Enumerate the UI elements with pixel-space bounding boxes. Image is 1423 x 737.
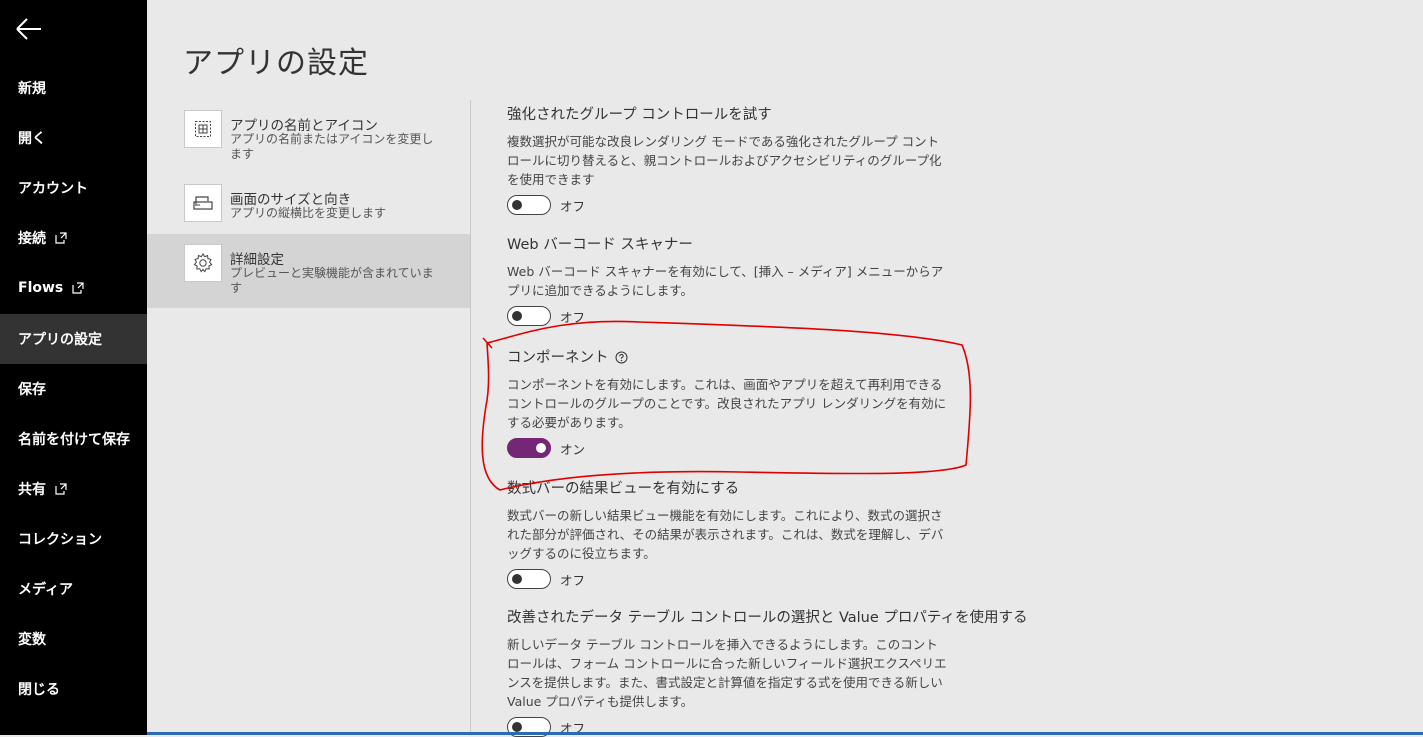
formula-bar-result-view-toggle[interactable] xyxy=(507,569,551,589)
nav-label: コレクション xyxy=(18,532,102,548)
category-desc: アプリの名前またはアイコンを変更します xyxy=(230,132,434,161)
category-title: アプリの名前とアイコン xyxy=(230,118,378,134)
enhanced-group-control-toggle[interactable] xyxy=(507,195,551,215)
nav-item-connections[interactable]: 接続 xyxy=(0,213,147,263)
nav-label: 閉じる xyxy=(18,682,60,698)
nav-label: 保存 xyxy=(18,382,46,398)
nav-label: 共有 xyxy=(18,482,46,498)
screen-size-icon xyxy=(184,184,222,222)
setting-desc: コンポーネントを有効にします。これは、画面やアプリを超えて再利用できるコントロー… xyxy=(507,377,947,430)
category-desc: アプリの縦横比を変更します xyxy=(230,206,387,220)
toggle-state-label: オフ xyxy=(560,198,586,214)
nav-label: アプリの設定 xyxy=(18,332,102,348)
nav-item-media[interactable]: メディア xyxy=(0,564,147,614)
nav-label: 変数 xyxy=(18,632,46,648)
setting-title: Web バーコード スキャナー xyxy=(507,237,693,253)
nav-label: アカウント xyxy=(18,181,88,197)
category-app-name-icon[interactable]: アプリの名前とアイコン アプリの名前またはアイコンを変更します xyxy=(147,100,470,174)
nav-item-new[interactable]: 新規 xyxy=(0,63,147,113)
setting-formula-bar-result-view: 数式バーの結果ビューを有効にする 数式バーの新しい結果ビュー機能を有効にします。… xyxy=(507,477,947,589)
nav-label: 新規 xyxy=(18,81,46,97)
category-title: 詳細設定 xyxy=(230,252,284,268)
nav-item-share[interactable]: 共有 xyxy=(0,464,147,514)
setting-desc: 数式バーの新しい結果ビュー機能を有効にします。これにより、数式の選択された部分が… xyxy=(507,508,944,561)
setting-desc: Web バーコード スキャナーを有効にして、[挿入 – メディア] メニューから… xyxy=(507,264,944,298)
category-desc: プレビューと実験機能が含まれています xyxy=(230,266,434,295)
pane-divider xyxy=(470,100,471,735)
nav-item-open[interactable]: 開く xyxy=(0,113,147,163)
setting-title: 数式バーの結果ビューを有効にする xyxy=(507,481,740,497)
nav-item-app-settings[interactable]: アプリの設定 xyxy=(0,314,147,364)
setting-improved-data-table: 改善されたデータ テーブル コントロールの選択と Value プロパティを使用す… xyxy=(507,606,1047,737)
setting-desc: 複数選択が可能な改良レンダリング モードである強化されたグループ コントロールに… xyxy=(507,134,942,187)
toggle-state-label: オフ xyxy=(560,572,586,588)
web-barcode-scanner-toggle[interactable] xyxy=(507,306,551,326)
nav-label: 名前を付けて保存 xyxy=(18,432,130,448)
nav-item-account[interactable]: アカウント xyxy=(0,163,147,213)
nav-item-collections[interactable]: コレクション xyxy=(0,514,147,564)
setting-title: 改善されたデータ テーブル コントロールの選択と Value プロパティを使用す… xyxy=(507,610,1028,626)
toggle-state-label: オフ xyxy=(560,309,586,325)
setting-title: コンポーネント xyxy=(507,346,947,367)
app-grid-icon xyxy=(184,110,222,148)
nav-item-close[interactable]: 閉じる xyxy=(0,664,147,714)
category-title: 画面のサイズと向き xyxy=(230,192,352,208)
nav-item-save[interactable]: 保存 xyxy=(0,364,147,414)
nav-label: メディア xyxy=(18,582,74,598)
setting-components: コンポーネント コンポーネントを有効にします。これは、画面やアプリを超えて再利用… xyxy=(507,346,947,458)
external-link-icon xyxy=(72,282,84,294)
setting-web-barcode-scanner: Web バーコード スキャナー Web バーコード スキャナーを有効にして、[挿… xyxy=(507,233,947,326)
back-arrow-icon[interactable] xyxy=(14,14,44,44)
backstage-nav: 新規 開く アカウント 接続 Flows アプリの設定 保存 名前を付けて保存 … xyxy=(0,0,147,735)
external-link-icon xyxy=(55,232,67,244)
nav-item-save-as[interactable]: 名前を付けて保存 xyxy=(0,414,147,464)
toggle-state-label: オン xyxy=(560,441,586,457)
help-icon[interactable] xyxy=(615,351,628,364)
nav-item-flows[interactable]: Flows xyxy=(0,263,147,313)
setting-title-text: コンポーネント xyxy=(507,350,609,366)
setting-enhanced-group-control: 強化されたグループ コントロールを試す 複数選択が可能な改良レンダリング モード… xyxy=(507,103,947,215)
external-link-icon xyxy=(55,483,67,495)
nav-item-variables[interactable]: 変数 xyxy=(0,614,147,664)
setting-desc: 新しいデータ テーブル コントロールを挿入できるようにします。このコントロールは… xyxy=(507,637,947,709)
category-advanced-settings[interactable]: 詳細設定 プレビューと実験機能が含まれています xyxy=(147,234,470,308)
setting-title: 強化されたグループ コントロールを試す xyxy=(507,107,772,123)
gear-icon xyxy=(184,244,222,282)
nav-label: Flows xyxy=(18,280,64,296)
nav-label: 開く xyxy=(18,131,46,147)
components-toggle[interactable] xyxy=(507,438,551,458)
nav-label: 接続 xyxy=(18,231,46,247)
page-title: アプリの設定 xyxy=(183,46,369,81)
